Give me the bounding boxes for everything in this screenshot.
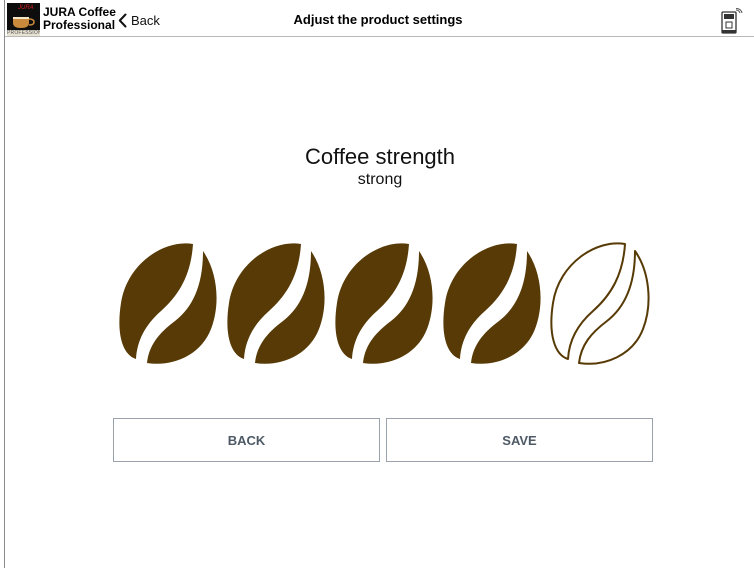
- setting-value-label: strong: [357, 171, 403, 188]
- app-icon-strip: PROFESSIONAL: [7, 30, 40, 36]
- top-bar: JURA PROFESSIONAL JURA Coffee Profession…: [5, 0, 754, 37]
- coffee-machine-icon[interactable]: [719, 8, 743, 34]
- coffee-bean-icon[interactable]: [545, 241, 653, 367]
- coffee-bean-icon[interactable]: [329, 241, 437, 367]
- save-button-label: SAVE: [502, 432, 537, 448]
- back-button-label: BACK: [227, 432, 266, 448]
- coffee-bean-icon[interactable]: [221, 241, 329, 367]
- brand-mark: JURA: [18, 5, 34, 11]
- coffee-bean-icon[interactable]: [113, 241, 221, 367]
- strength-selector: [113, 241, 657, 367]
- page-title: Adjust the product settings: [293, 12, 463, 27]
- save-button[interactable]: SAVE: [386, 418, 653, 462]
- back-button[interactable]: BACK: [113, 418, 380, 462]
- setting-title: Coffee strength: [304, 144, 456, 169]
- coffee-bean-icon[interactable]: [437, 241, 545, 367]
- app-frame: JURA PROFESSIONAL JURA Coffee Profession…: [4, 0, 754, 568]
